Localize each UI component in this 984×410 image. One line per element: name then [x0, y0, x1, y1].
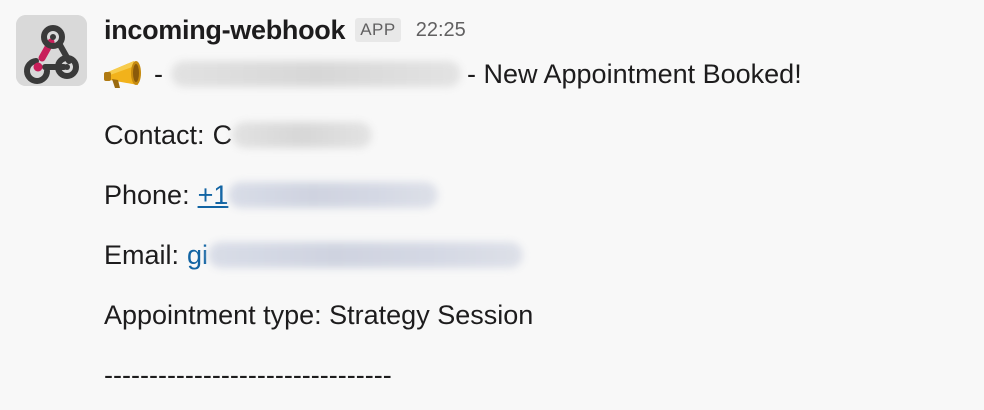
megaphone-icon: [104, 61, 141, 88]
app-badge: APP: [355, 18, 401, 42]
redacted-phone: [228, 182, 439, 208]
phone-link[interactable]: +1: [198, 180, 229, 211]
title-suffix: - New Appointment Booked!: [467, 58, 802, 89]
app-avatar[interactable]: [16, 15, 87, 86]
redacted-contact: [232, 122, 373, 148]
divider-text: --------------------------------: [104, 359, 392, 390]
appointment-line: Appointment type: Strategy Session: [104, 297, 533, 333]
contact-value: C: [212, 119, 233, 150]
phone-line: Phone: +1: [104, 177, 439, 213]
sender-name[interactable]: incoming-webhook: [104, 15, 346, 46]
redacted-email: [208, 242, 524, 268]
email-label: Email:: [104, 239, 180, 270]
contact-label: Contact:: [104, 119, 205, 150]
contact-line: Contact: C: [104, 117, 373, 153]
message-header: incoming-webhook APP 22:25: [104, 12, 466, 48]
webhook-icon: [16, 15, 87, 86]
redacted-name: [171, 61, 461, 87]
phone-label: Phone:: [104, 179, 190, 210]
slack-message: incoming-webhook APP 22:25 - - New Appoi…: [0, 0, 984, 410]
divider-line: --------------------------------: [104, 357, 392, 393]
timestamp[interactable]: 22:25: [416, 19, 466, 42]
title-prefix: -: [154, 58, 163, 89]
email-link[interactable]: gi: [187, 240, 208, 271]
appointment-type: Appointment type: Strategy Session: [104, 299, 534, 330]
email-line: Email: gi: [104, 237, 524, 273]
message-title-line: - - New Appointment Booked!: [104, 56, 802, 92]
